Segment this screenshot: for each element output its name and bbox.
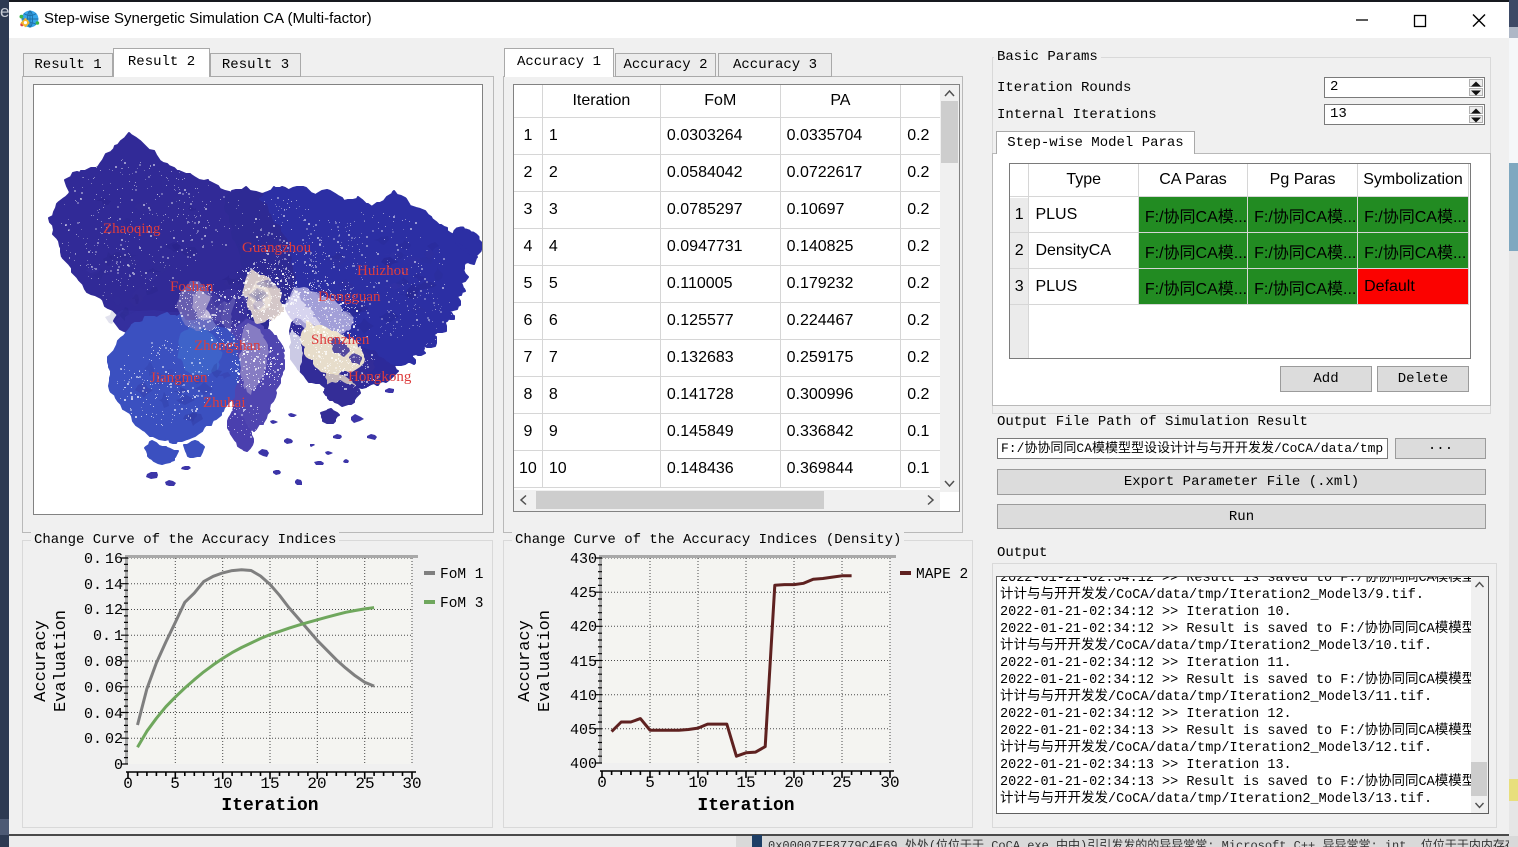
- svg-text:Evaluation: Evaluation: [536, 610, 555, 712]
- svg-text:420: 420: [570, 619, 597, 636]
- svg-text:Huizhou: Huizhou: [357, 263, 409, 279]
- svg-text:20: 20: [307, 775, 326, 793]
- svg-text:25: 25: [832, 774, 851, 792]
- svg-text:Accuracy: Accuracy: [516, 620, 535, 702]
- svg-text:0. 02: 0. 02: [84, 731, 123, 748]
- svg-text:5: 5: [645, 774, 655, 792]
- svg-text:405: 405: [570, 722, 597, 739]
- svg-text:415: 415: [570, 654, 597, 671]
- svg-text:0. 14: 0. 14: [84, 577, 123, 594]
- svg-text:0: 0: [114, 757, 123, 774]
- svg-text:0. 12: 0. 12: [84, 602, 123, 619]
- svg-text:Dongguan: Dongguan: [318, 289, 381, 305]
- svg-text:0. 04: 0. 04: [84, 706, 123, 723]
- svg-text:15: 15: [260, 775, 279, 793]
- svg-text:410: 410: [570, 688, 597, 705]
- svg-text:400: 400: [570, 756, 597, 773]
- svg-text:Shenzhen: Shenzhen: [311, 332, 370, 348]
- svg-text:Guangzhou: Guangzhou: [242, 240, 312, 256]
- svg-text:0. 16: 0. 16: [84, 551, 123, 568]
- svg-text:0. 06: 0. 06: [84, 680, 123, 697]
- svg-text:5: 5: [170, 775, 180, 793]
- svg-text:15: 15: [736, 774, 755, 792]
- svg-text:Zhaoqing: Zhaoqing: [103, 221, 161, 237]
- svg-text:0. 1: 0. 1: [93, 628, 123, 645]
- svg-text:Foshan: Foshan: [170, 279, 214, 295]
- svg-text:0. 08: 0. 08: [84, 654, 123, 671]
- svg-text:Iteration: Iteration: [221, 796, 318, 816]
- svg-text:30: 30: [402, 775, 421, 793]
- svg-text:0: 0: [123, 775, 133, 793]
- svg-text:FoM 1: FoM 1: [440, 567, 484, 583]
- svg-text:430: 430: [570, 551, 597, 568]
- svg-text:30: 30: [880, 774, 899, 792]
- svg-text:425: 425: [570, 585, 597, 602]
- svg-text:Accuracy: Accuracy: [32, 620, 51, 702]
- svg-text:Zhuhai: Zhuhai: [203, 395, 246, 411]
- svg-text:Hongkong: Hongkong: [348, 369, 412, 385]
- svg-text:10: 10: [688, 774, 707, 792]
- svg-text:Iteration: Iteration: [697, 796, 794, 816]
- svg-text:0: 0: [597, 774, 607, 792]
- svg-text:MAPE 2: MAPE 2: [916, 567, 968, 583]
- svg-text:10: 10: [213, 775, 232, 793]
- svg-text:FoM 3: FoM 3: [440, 596, 484, 612]
- svg-text:Jiangmen: Jiangmen: [150, 370, 208, 386]
- svg-text:20: 20: [784, 774, 803, 792]
- svg-text:Evaluation: Evaluation: [52, 610, 71, 712]
- svg-text:25: 25: [355, 775, 374, 793]
- svg-text:Zhongshan: Zhongshan: [194, 338, 261, 354]
